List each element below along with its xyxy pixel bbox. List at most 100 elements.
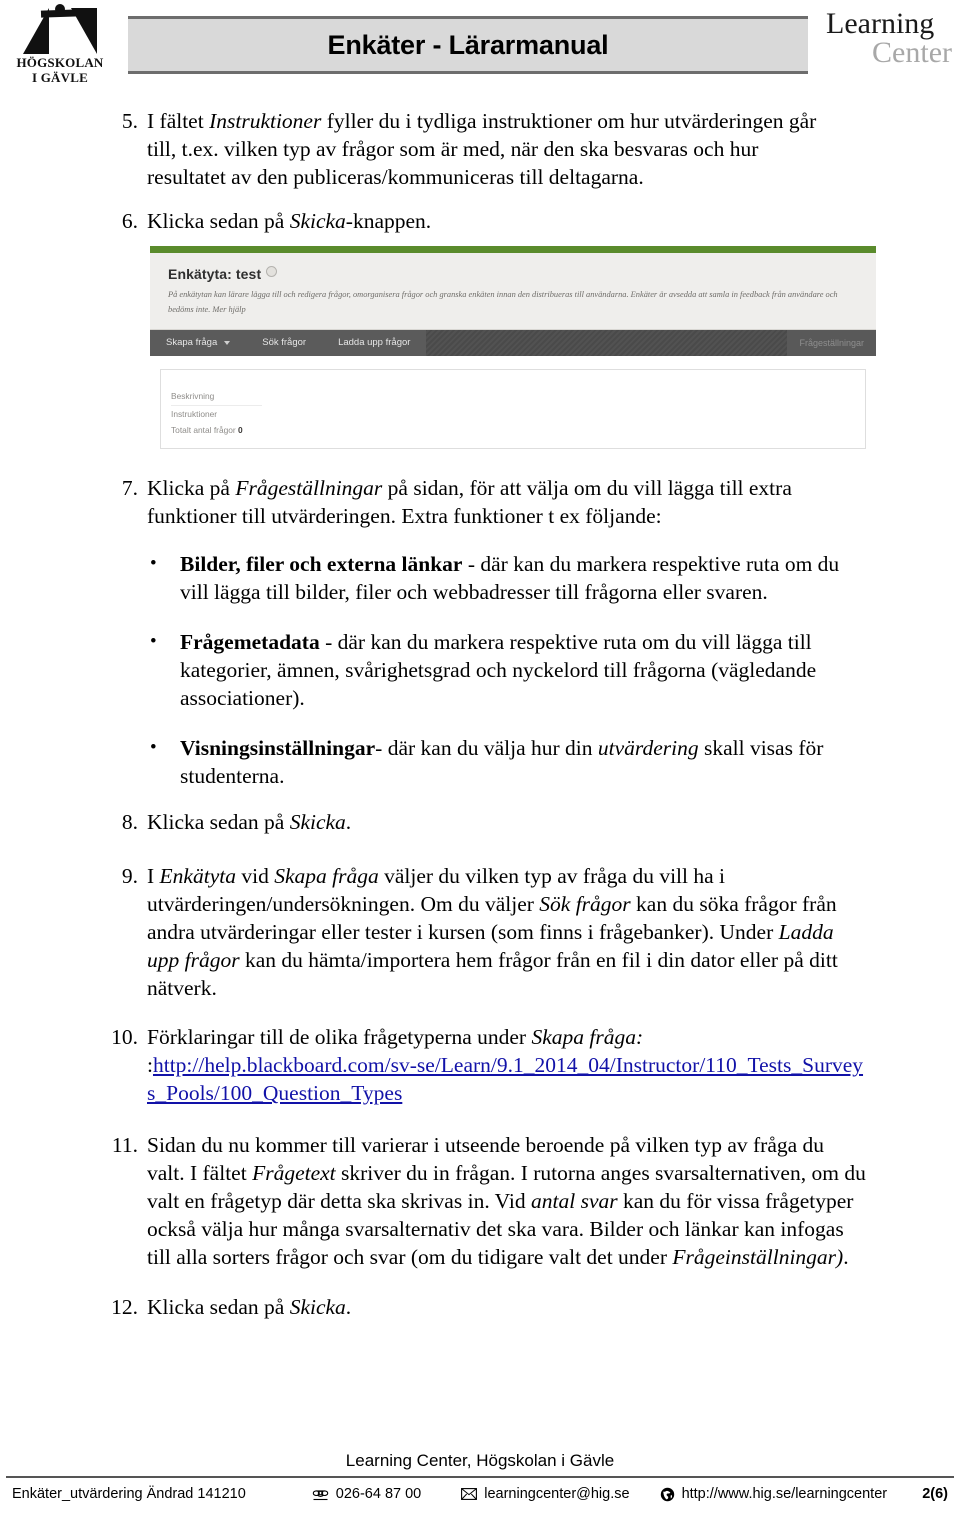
footer-phone: 026-64 87 00 (312, 1486, 421, 1502)
list-item-step-7: 7. Klicka på Frågeställningar på sidan, … (0, 475, 960, 531)
list-item-step-12: 12. Klicka sedan på Skicka. (0, 1294, 960, 1322)
bullet-1-bold-label: Bilder, filer och externa länkar (180, 552, 463, 577)
bullet-3-emphasis-utvardering: utvärdering (597, 735, 699, 760)
step-10-text-part1: Förklaringar till de olika frågetyperna … (147, 1025, 532, 1050)
step-8-emphasis-skicka: Skicka (289, 809, 346, 834)
logo-right-leg (71, 8, 97, 54)
learning-center-logo-line2: Center (872, 35, 952, 69)
bullet-marker-icon: • (150, 736, 157, 758)
bullet-2-bold-label: Frågemetadata (180, 630, 320, 655)
screenshot-hero-title: Enkätyta: test (168, 265, 860, 283)
step-9-emphasis-sok-fragor: Sök frågor (539, 891, 631, 916)
footer-website: http://www.hig.se/learningcenter (660, 1486, 888, 1502)
step-5-text: I fältet Instruktioner fyller du i tydli… (147, 108, 837, 192)
bullet-marker-icon: • (150, 553, 157, 575)
screenshot-action-bar-left: Skapa fråga Sök frågor Ladda upp frågor (150, 330, 427, 357)
step-5-text-part1: I fältet (147, 109, 210, 133)
footer-organization: Learning Center, Högskolan i Gävle (345, 1451, 615, 1470)
step-11-number: 11. (111, 1133, 138, 1158)
step-6-number: 6. (121, 208, 138, 233)
step-11-emphasis-antal-svar: antal svar (531, 1189, 618, 1214)
footer-contact-row: Enkäter_utvärdering Ändrad 141210 026-64… (0, 1478, 960, 1516)
bullet-text-3: Visningsinställningar- där kan du välja … (180, 735, 840, 791)
upload-questions-button[interactable]: Ladda upp frågor (322, 330, 426, 356)
step-9-number: 9. (121, 863, 138, 888)
step-9-emphasis-enkatyta: Enkätyta (159, 863, 236, 888)
bullet-text-2: Frågemetadata - där kan du markera respe… (180, 629, 840, 713)
step-7-text: Klicka på Frågeställningar på sidan, för… (147, 475, 847, 531)
help-info-icon[interactable] (266, 265, 278, 277)
panel-description-row: Beskrivning (171, 389, 263, 406)
step-12-text-part1: Klicka sedan på (147, 1294, 290, 1319)
screenshot-action-bar-spacer (426, 330, 787, 356)
step-8-text-part1: Klicka sedan på (147, 809, 290, 834)
bullet-3-bold-label: Visningsinställningar (180, 735, 376, 760)
footer-email-address[interactable]: learningcenter@hig.se (484, 1486, 629, 1502)
globe-icon (660, 1487, 675, 1502)
step-10-text: Förklaringar till de olika frågetyperna … (147, 1024, 867, 1108)
step-6-text-part2: -knappen. (345, 208, 432, 233)
step-11-emphasis-fragetext: Frågetext (252, 1161, 336, 1186)
step-10-number: 10. (111, 1025, 138, 1050)
step-9-text-part5: kan du hämta/importera hem frågor från e… (147, 947, 838, 1000)
title-bar-wrapper: Enkäter - Lärarmanual (120, 0, 826, 74)
list-item-visningsinstallningar: • Visningsinställningar- där kan du välj… (0, 735, 960, 791)
question-settings-button[interactable]: Frågeställningar (787, 330, 876, 357)
list-item-step-9: 9. I Enkätyta vid Skapa fråga väljer du … (0, 863, 960, 1003)
step-5-emphasis-instruktioner: Instruktioner (209, 109, 322, 133)
bullet-marker-icon: • (150, 631, 157, 653)
create-question-button[interactable]: Skapa fråga (150, 330, 246, 356)
screenshot-hero-title-text: Enkätyta: test (168, 265, 262, 282)
list-item-step-5: 5. I fältet Instruktioner fyller du i ty… (0, 108, 960, 192)
list-item-fragemetadata: • Frågemetadata - där kan du markera res… (0, 629, 960, 713)
step-5-number: 5. (121, 109, 138, 133)
logo-text-line1: HÖGSKOLAN (16, 55, 104, 70)
footer-website-url[interactable]: http://www.hig.se/learningcenter (682, 1486, 888, 1502)
step-9-text: I Enkätyta vid Skapa fråga väljer du vil… (147, 863, 847, 1003)
panel-total-questions-row: Totalt antal frågor 0 (171, 423, 865, 439)
question-types-help-link[interactable]: http://help.blackboard.com/sv-se/Learn/9… (147, 1053, 863, 1105)
create-question-label: Skapa fråga (166, 337, 218, 349)
step-9-emphasis-skapa-fraga: Skapa fråga (274, 863, 379, 888)
panel-total-questions-label: Totalt antal frågor (171, 424, 236, 435)
step-11-text-part4: . (843, 1245, 849, 1269)
panel-total-questions-value: 0 (238, 424, 243, 435)
step-8-number: 8. (121, 809, 138, 834)
screenshot-summary-panel: Beskrivning Instruktioner Totalt antal f… (160, 369, 866, 450)
chevron-down-icon (224, 341, 231, 346)
hogskolan-i-gavle-logo: HÖGSKOLAN I GÄVLE (0, 0, 120, 96)
telephone-icon (312, 1488, 329, 1501)
footer-phone-number: 026-64 87 00 (335, 1486, 422, 1502)
footer-email: learningcenter@hig.se (461, 1486, 630, 1502)
list-item-bilder-filer-externa-lankar: • Bilder, filer och externa länkar - där… (0, 551, 960, 607)
logo-text-line2: I GÄVLE (32, 69, 88, 85)
step-12-number: 12. (111, 1294, 138, 1319)
gavle-arch-icon (15, 4, 105, 54)
search-questions-button[interactable]: Sök frågor (246, 330, 322, 356)
list-item-step-8: 8. Klicka sedan på Skicka. (0, 809, 960, 837)
learning-center-logo: Learning Center (826, 0, 960, 67)
step-6-text: Klicka sedan på Skicka-knappen. (147, 208, 960, 236)
document-title-bar: Enkäter - Lärarmanual (128, 16, 808, 74)
list-item-step-6: 6. Klicka sedan på Skicka-knappen. (0, 208, 960, 236)
screenshot-hero-description: På enkätytan kan lärare lägga till och r… (168, 289, 838, 314)
step-7-number: 7. (121, 476, 138, 501)
step-6-text-part1: Klicka sedan på (147, 208, 290, 233)
step-8-text: Klicka sedan på Skicka. (147, 809, 960, 837)
footer-page-number: 2(6) (922, 1486, 948, 1502)
bullet-3-description-part1: - där kan du välja hur din (375, 735, 598, 760)
bullet-text-1: Bilder, filer och externa länkar - där k… (180, 551, 840, 607)
logo-left-leg (23, 8, 49, 54)
step-9-text-part2: vid (235, 863, 275, 888)
screenshot-hero-section: Enkätyta: test På enkätytan kan lärare l… (150, 252, 876, 331)
step-9-text-part1: I (147, 863, 160, 888)
step-6-emphasis-skicka: Skicka (289, 208, 346, 233)
envelope-icon (461, 1488, 478, 1500)
document-body: 5. I fältet Instruktioner fyller du i ty… (0, 108, 960, 1338)
step-11-emphasis-frageinstallningar: Frågeinställningar) (672, 1245, 844, 1269)
step-7-text-part1: Klicka på (147, 476, 236, 501)
step-8-text-part2: . (345, 809, 352, 834)
step-7-emphasis-fragestallningar: Frågeställningar (235, 476, 383, 501)
extra-functions-bullet-list: • Bilder, filer och externa länkar - där… (0, 551, 960, 791)
panel-instructions-row: Instruktioner (171, 409, 218, 420)
